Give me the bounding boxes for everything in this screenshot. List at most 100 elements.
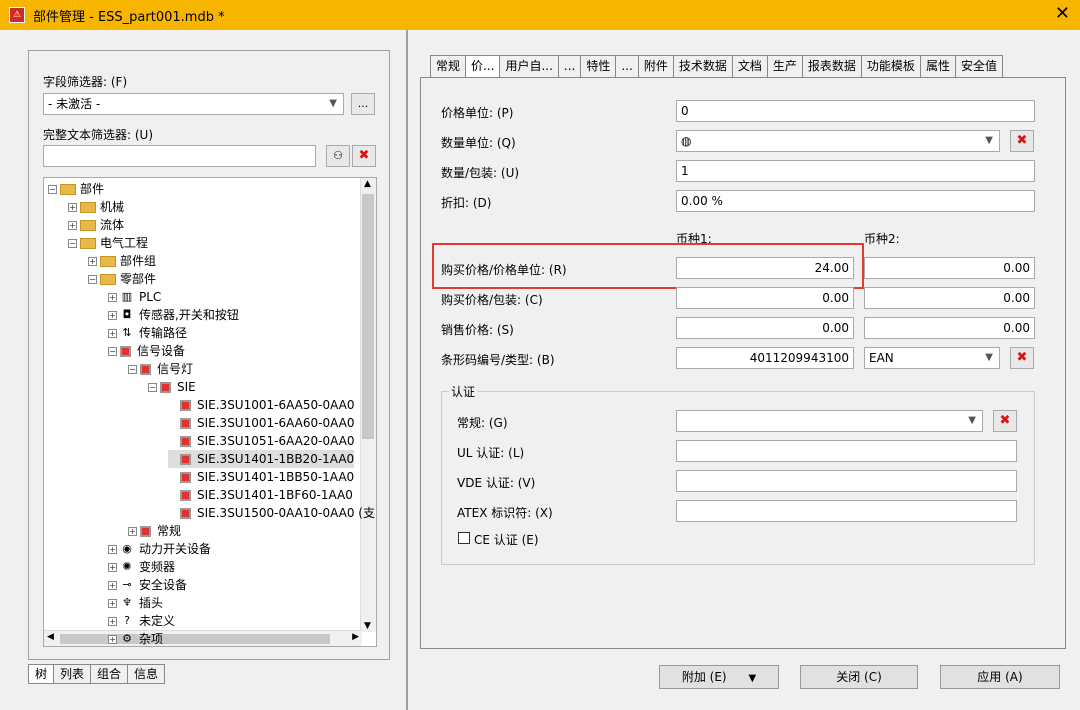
expand-icon[interactable]: + xyxy=(88,256,97,266)
sell-price-c1-input[interactable]: 0.00 xyxy=(676,317,854,339)
collapse-icon[interactable]: − xyxy=(88,274,97,284)
tab-characteristics[interactable]: 特性 xyxy=(580,55,617,77)
tree-item[interactable]: SIE.3SU1500-0AA10-0AA0 (支 xyxy=(168,504,375,522)
expand-icon[interactable]: + xyxy=(108,580,117,590)
tree-item[interactable]: +? 未定义 xyxy=(108,612,175,630)
expand-icon[interactable]: + xyxy=(68,202,77,212)
tab-documents[interactable]: 文档 xyxy=(731,55,768,77)
ce-checkbox[interactable] xyxy=(458,532,470,544)
tree-item[interactable]: SIE.3SU1001-6AA50-0AA0 xyxy=(168,396,354,414)
qty-pack-input[interactable]: 1 xyxy=(676,160,1035,182)
apply-button[interactable]: 应用 (A) xyxy=(940,665,1060,689)
close-window-icon[interactable]: ✕ xyxy=(1055,5,1070,23)
close-button[interactable]: 关闭 (C) xyxy=(800,665,918,689)
expand-icon[interactable]: + xyxy=(128,526,137,536)
tab-general[interactable]: 常规 xyxy=(430,55,467,77)
collapse-icon[interactable]: − xyxy=(128,364,137,374)
tree-item[interactable]: − 零部件 xyxy=(88,270,156,288)
tree-item[interactable]: SIE.3SU1401-1BB20-1AA0 xyxy=(168,450,355,468)
sell-price-c2-input[interactable]: 0.00 xyxy=(864,317,1035,339)
tab-more-2[interactable]: ... xyxy=(615,55,639,77)
expand-icon[interactable]: + xyxy=(108,562,117,572)
vde-input[interactable] xyxy=(676,470,1017,492)
tree-item[interactable]: + ⚙ 杂项 xyxy=(108,630,163,646)
scroll-right-icon[interactable]: ▶ xyxy=(352,632,359,642)
ul-input[interactable] xyxy=(676,440,1017,462)
binoculars-search-button[interactable]: ⚇ xyxy=(326,145,350,167)
expand-icon[interactable]: + xyxy=(108,544,117,554)
tree-item[interactable]: SIE.3SU1401-1BB50-1AA0 xyxy=(168,468,354,486)
atex-input[interactable] xyxy=(676,500,1017,522)
tree-item[interactable]: − SIE xyxy=(148,378,196,396)
expand-icon[interactable]: + xyxy=(108,634,117,644)
tab-safety-values[interactable]: 安全值 xyxy=(954,55,1003,77)
scroll-down-icon[interactable]: ▼ xyxy=(364,621,371,631)
tab-function-template[interactable]: 功能模板 xyxy=(860,55,921,77)
tab-more-1[interactable]: ... xyxy=(557,55,582,77)
tab-accessories[interactable]: 附件 xyxy=(637,55,674,77)
collapse-icon[interactable]: − xyxy=(108,346,117,356)
extra-button[interactable]: 附加 (E) ▼ xyxy=(659,665,779,689)
tree-item[interactable]: SIE.3SU1001-6AA60-0AA0 xyxy=(168,414,354,432)
buy-price-pack-c2-input[interactable]: 0.00 xyxy=(864,287,1035,309)
scroll-up-icon[interactable]: ▲ xyxy=(364,179,371,189)
text-filter-input[interactable] xyxy=(43,145,316,167)
tab-info[interactable]: 信息 xyxy=(127,664,166,684)
tree-item[interactable]: + ♆ 插头 xyxy=(108,594,163,612)
tab-report-data[interactable]: 报表数据 xyxy=(801,55,862,77)
parts-tree[interactable]: ▲ ▼ ◀ ▶ − 部件 + 机械 + 流体 − 电气工程 + 部件组 − 零部件 + ▥ PLC + ◘ 传感器… xyxy=(43,177,377,647)
tree-vertical-scrollbar[interactable]: ▲ ▼ xyxy=(360,178,376,632)
tree-item[interactable]: + ⊸ 安全设备 xyxy=(108,576,187,594)
tree-item[interactable]: + ◘ 传感器,开关和按钮 xyxy=(108,306,239,324)
barcode-type-select[interactable]: EAN ▼ xyxy=(864,347,1000,369)
tree-item[interactable]: − 部件 xyxy=(48,180,104,198)
tree-item[interactable]: SIE.3SU1051-6AA20-0AA0 xyxy=(168,432,354,450)
expand-icon[interactable]: + xyxy=(68,220,77,230)
tree-item[interactable]: SIE.3SU1401-1BF60-1AA0 xyxy=(168,486,353,504)
horizontal-scroll-thumb[interactable] xyxy=(60,634,330,644)
tree-item[interactable]: + ◉ 动力开关设备 xyxy=(108,540,211,558)
expand-icon[interactable]: + xyxy=(108,310,117,320)
buy-price-pack-c1-input[interactable]: 0.00 xyxy=(676,287,854,309)
expand-icon[interactable]: + xyxy=(108,616,117,626)
tree-item[interactable]: + 流体 xyxy=(68,216,124,234)
collapse-icon[interactable]: − xyxy=(68,238,77,248)
scroll-left-icon[interactable]: ◀ xyxy=(47,632,54,642)
cert-general-select[interactable]: ▼ xyxy=(676,410,983,432)
barcode-type-clear-button[interactable]: ✖ xyxy=(1010,347,1034,369)
field-filter-select[interactable]: - 未激活 - ▼ xyxy=(43,93,344,115)
clear-filter-button[interactable]: ✖ xyxy=(352,145,376,167)
tab-price[interactable]: 价... xyxy=(465,55,501,77)
splitter[interactable] xyxy=(406,30,408,710)
tree-item[interactable]: + 部件组 xyxy=(88,252,156,270)
cert-general-clear-button[interactable]: ✖ xyxy=(993,410,1017,432)
tree-item[interactable]: − 信号设备 xyxy=(108,342,185,360)
field-filter-more-button[interactable]: ... xyxy=(351,93,375,115)
tab-tree[interactable]: 树 xyxy=(28,664,55,684)
vertical-scroll-thumb[interactable] xyxy=(362,194,374,439)
tree-item[interactable]: + 机械 xyxy=(68,198,124,216)
expand-icon[interactable]: + xyxy=(108,328,117,338)
collapse-icon[interactable]: − xyxy=(48,184,57,194)
tree-item[interactable]: + 常规 xyxy=(128,522,181,540)
tree-item[interactable]: − 信号灯 xyxy=(128,360,193,378)
discount-input[interactable]: 0.00 % xyxy=(676,190,1035,212)
tree-horizontal-scrollbar[interactable]: ◀ ▶ xyxy=(44,630,362,646)
tree-item[interactable]: + ▥ PLC xyxy=(108,288,161,306)
tab-technical-data[interactable]: 技术数据 xyxy=(672,55,733,77)
tab-production[interactable]: 生产 xyxy=(766,55,803,77)
tab-properties[interactable]: 属性 xyxy=(919,55,956,77)
collapse-icon[interactable]: − xyxy=(148,382,157,392)
tab-list[interactable]: 列表 xyxy=(53,664,92,684)
qty-unit-clear-button[interactable]: ✖ xyxy=(1010,130,1034,152)
barcode-input[interactable]: 4011209943100 xyxy=(676,347,854,369)
tab-user-defined[interactable]: 用户自... xyxy=(499,55,559,77)
qty-unit-select[interactable]: ◍ ▼ xyxy=(676,130,1000,152)
tab-combine[interactable]: 组合 xyxy=(90,664,129,684)
tree-item[interactable]: − 电气工程 xyxy=(68,234,148,252)
expand-icon[interactable]: + xyxy=(108,598,117,608)
tree-item[interactable]: + ✺ 变频器 xyxy=(108,558,175,576)
price-unit-input[interactable]: 0 xyxy=(676,100,1035,122)
expand-icon[interactable]: + xyxy=(108,292,117,302)
buy-price-unit-c2-input[interactable]: 0.00 xyxy=(864,257,1035,279)
